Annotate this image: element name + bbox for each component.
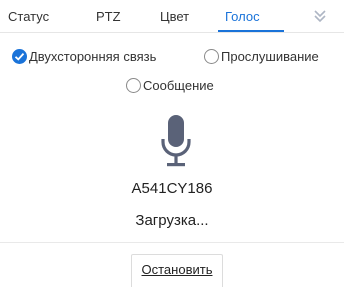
mode-option-label: Прослушивание xyxy=(221,49,319,64)
mode-option-label: Двухсторонняя связь xyxy=(29,49,157,64)
divider xyxy=(0,242,344,243)
active-tab-indicator xyxy=(218,30,284,32)
mode-option-label: Сообщение xyxy=(143,78,214,93)
tab-voice[interactable]: Голос xyxy=(225,9,260,24)
mode-option-message[interactable]: Сообщение xyxy=(126,78,214,93)
stop-button-label: Остановить xyxy=(141,262,213,277)
device-id: A541CY186 xyxy=(131,180,213,197)
microphone-icon xyxy=(161,115,191,167)
radio-checked-icon[interactable] xyxy=(12,49,27,64)
double-chevron-down-icon[interactable] xyxy=(312,8,328,24)
tab-color[interactable]: Цвет xyxy=(160,9,189,24)
tab-bar: Статус PTZ Цвет Голос xyxy=(0,0,344,33)
radio-unchecked-icon[interactable] xyxy=(204,49,219,64)
status-text: Загрузка... xyxy=(135,212,209,229)
tab-status[interactable]: Статус xyxy=(8,9,49,24)
radio-unchecked-icon[interactable] xyxy=(126,78,141,93)
mode-option-listen[interactable]: Прослушивание xyxy=(204,49,319,64)
mode-option-two-way[interactable]: Двухсторонняя связь xyxy=(12,49,156,64)
tab-ptz[interactable]: PTZ xyxy=(96,9,121,24)
stop-button[interactable]: Остановить xyxy=(131,254,223,287)
